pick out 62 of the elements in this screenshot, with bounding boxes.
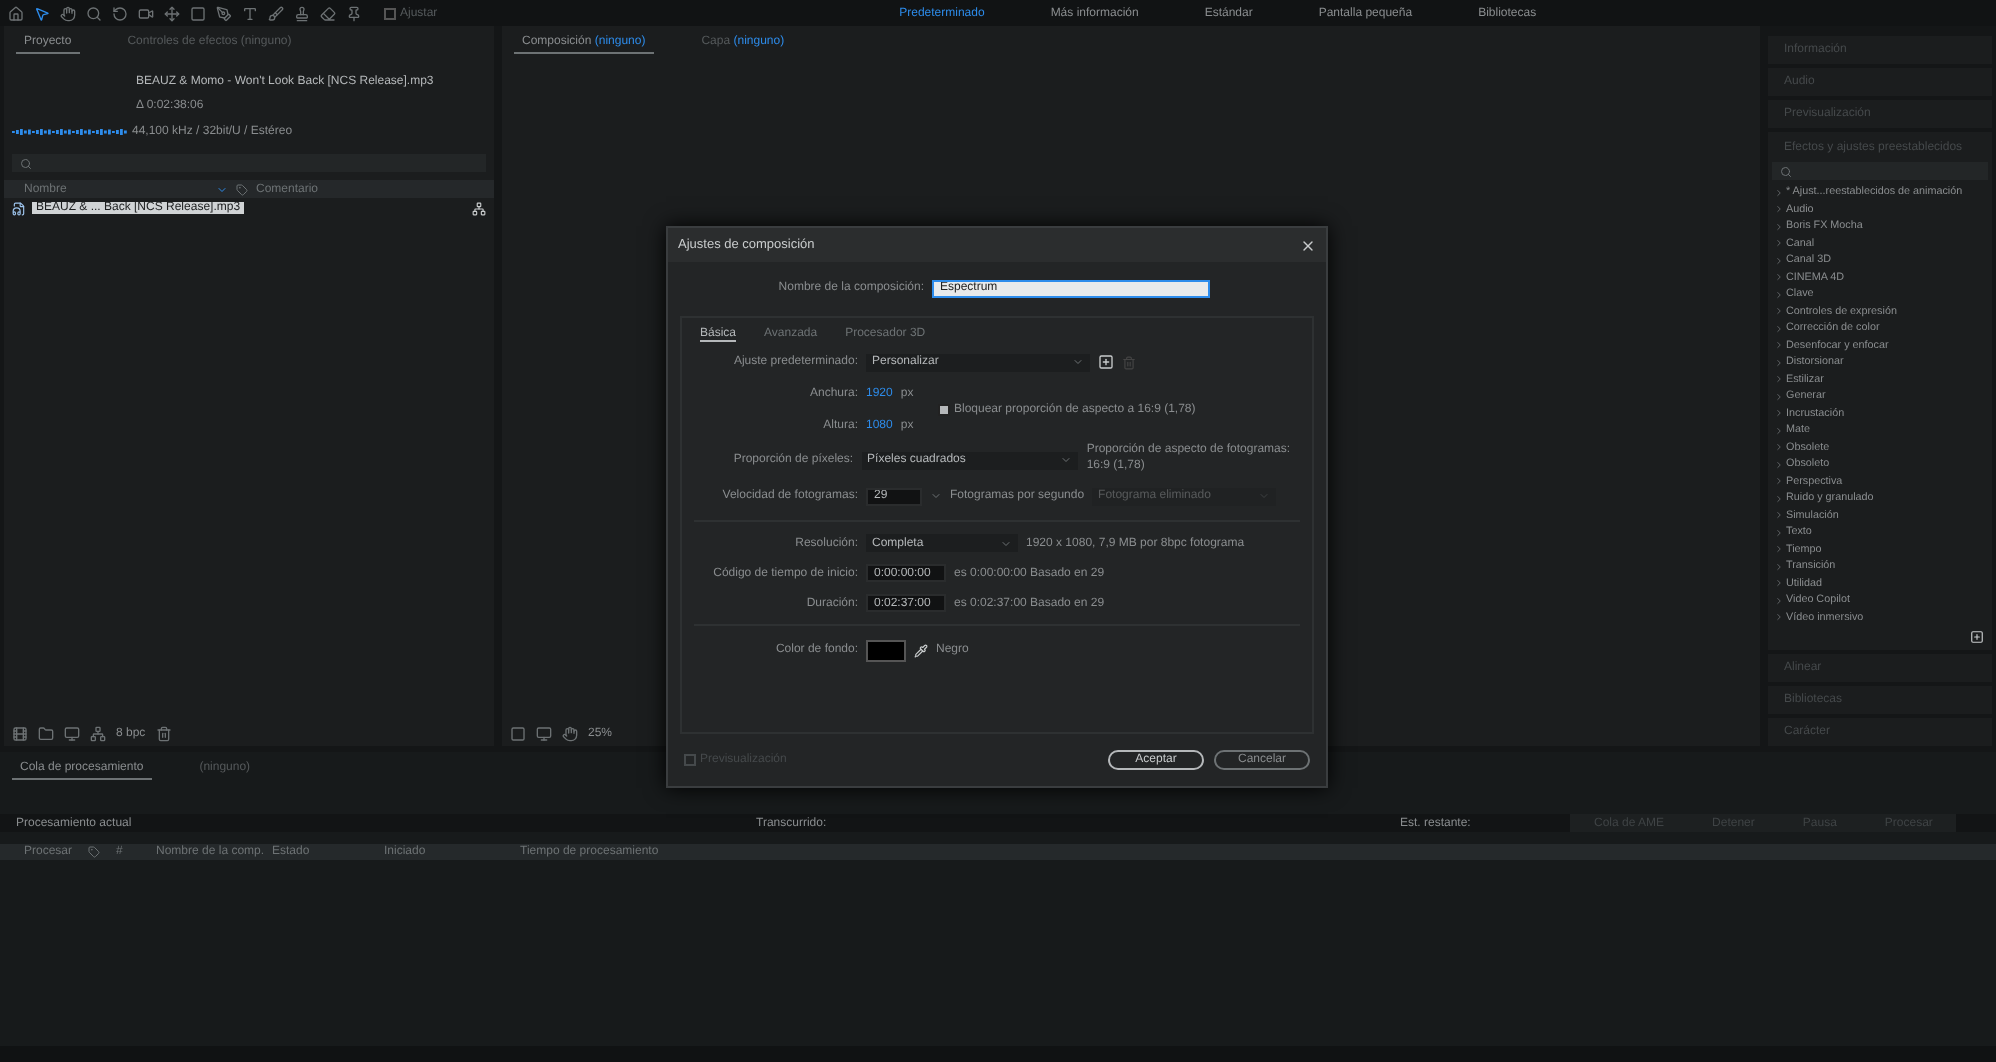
eyedropper-icon[interactable] <box>914 643 928 657</box>
chevron-icon[interactable] <box>1774 425 1784 436</box>
brush-icon[interactable] <box>268 5 284 21</box>
chevron-icon[interactable] <box>1774 544 1784 555</box>
chevron-icon[interactable] <box>1774 493 1784 504</box>
eraser-icon[interactable] <box>320 5 336 21</box>
rotate-icon[interactable] <box>112 5 128 21</box>
label-icon[interactable] <box>88 846 101 858</box>
search-field[interactable] <box>1772 162 1988 180</box>
chevron-icon[interactable] <box>1774 306 1784 317</box>
camera-icon[interactable] <box>138 5 154 21</box>
search-icon <box>1780 165 1792 177</box>
chevron-icon[interactable] <box>1774 323 1784 334</box>
pointer-icon[interactable] <box>34 5 50 21</box>
chevron-icon[interactable] <box>1774 272 1784 283</box>
hand-icon[interactable] <box>562 726 578 742</box>
waveform-drawing <box>12 126 128 138</box>
close-icon[interactable] <box>1300 237 1316 253</box>
chevron-icon[interactable] <box>1774 391 1784 402</box>
chevron-icon[interactable] <box>1774 476 1784 487</box>
trash-icon[interactable] <box>155 726 172 742</box>
color-swatch[interactable] <box>866 639 906 661</box>
chevron-icon[interactable] <box>1774 527 1784 538</box>
search-icon <box>20 157 32 169</box>
caret-icon <box>1060 454 1073 466</box>
chevron-icon[interactable] <box>1774 510 1784 521</box>
chevron-icon[interactable] <box>1774 289 1784 300</box>
chevron-icon[interactable] <box>1774 561 1784 572</box>
chevron-icon[interactable] <box>1774 238 1784 249</box>
chevron-icon[interactable] <box>1774 442 1784 453</box>
chevron-icon[interactable] <box>1774 255 1784 266</box>
pin-icon[interactable] <box>346 5 362 21</box>
zoom-icon[interactable] <box>86 5 102 21</box>
flowchart-icon[interactable] <box>472 201 486 215</box>
chevron-icon[interactable] <box>1774 187 1784 198</box>
folder-icon[interactable] <box>38 726 54 742</box>
audio-file-icon[interactable] <box>12 201 26 215</box>
chevron-icon[interactable] <box>1774 357 1784 368</box>
chevron-icon[interactable] <box>1774 612 1784 623</box>
new-bin-icon[interactable] <box>1970 629 1984 643</box>
chevron-icon[interactable] <box>1774 578 1784 589</box>
monitor-icon[interactable] <box>536 726 552 742</box>
rectangle-icon[interactable] <box>190 5 206 21</box>
text-tool-icon[interactable] <box>242 5 258 21</box>
chevron-icon[interactable] <box>1774 221 1784 232</box>
caret-icon <box>1000 537 1012 549</box>
pen-icon[interactable] <box>216 5 232 21</box>
home-icon[interactable] <box>8 5 24 21</box>
chevron-icon[interactable] <box>1774 340 1784 351</box>
label-icon[interactable] <box>236 183 248 195</box>
trash-icon[interactable] <box>1122 355 1136 369</box>
chevron-icon[interactable] <box>1774 374 1784 385</box>
move-icon[interactable] <box>164 5 180 21</box>
chevron-icon[interactable] <box>1774 595 1784 606</box>
dropdown-icon[interactable] <box>930 490 942 502</box>
caret-icon <box>1072 356 1084 368</box>
chevron-icon[interactable] <box>1774 204 1784 215</box>
hand-icon[interactable] <box>60 5 76 21</box>
search-field[interactable] <box>12 154 486 172</box>
chevron-icon[interactable] <box>1774 459 1784 470</box>
chevron-icon[interactable] <box>1774 408 1784 419</box>
stamp-icon[interactable] <box>294 5 310 21</box>
